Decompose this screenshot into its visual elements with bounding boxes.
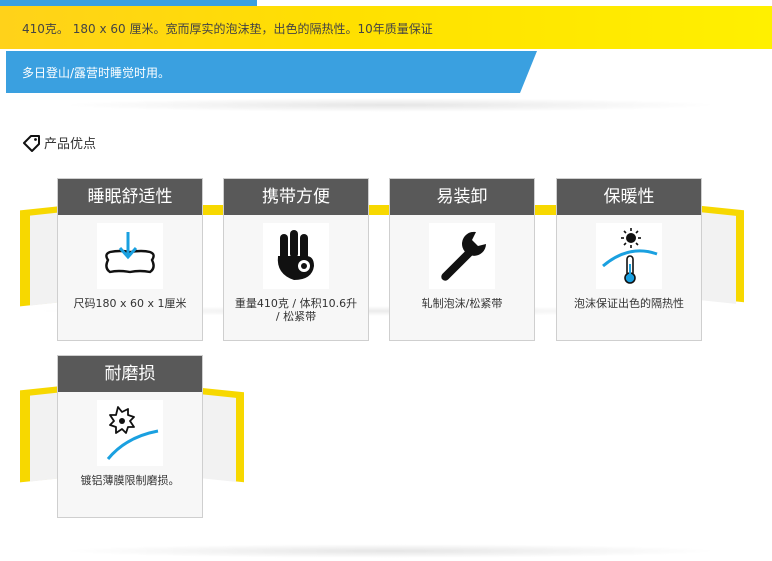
spec-banner: 410克。 180 x 60 厘米。宽而厚实的泡沫垫，出色的隔热性。10年质量保… <box>0 6 772 49</box>
feature-title: 保暖性 <box>557 179 701 215</box>
feature-card-easy-setup: 易装卸 轧制泡沫/松紧带 <box>389 178 535 341</box>
feature-title: 携带方便 <box>224 179 368 215</box>
spec-banner-text: 410克。 180 x 60 厘米。宽而厚实的泡沫垫，出色的隔热性。10年质量保… <box>22 22 433 36</box>
feature-desc: 轧制泡沫/松紧带 <box>421 297 503 310</box>
saw-blade-icon <box>106 406 159 460</box>
feature-desc: 泡沫保证出色的隔热性 <box>574 297 684 310</box>
bottom-shadow <box>60 544 720 558</box>
ribbon-right-row1-inner <box>700 212 736 304</box>
feature-desc: 尺码180 x 60 x 1厘米 <box>73 297 187 310</box>
section-title: 产品优点 <box>44 137 97 152</box>
price-tag-icon <box>23 134 40 152</box>
feature-desc: 重量410克 / 体积10.6升 / 松紧带 <box>234 297 358 323</box>
ribbon-left-row2-inner <box>30 392 60 482</box>
section-header: 产品优点 <box>22 133 96 152</box>
pillow-arrow-icon <box>105 232 155 274</box>
usage-banner-text: 多日登山/露营时睡觉时用。 <box>22 66 171 80</box>
feature-card-warmth: 保暖性 泡沫保证出色的隔热性 <box>556 178 702 341</box>
usage-banner: 多日登山/露营时睡觉时用。 <box>6 51 537 93</box>
wrench-icon <box>441 231 486 281</box>
banner-shadow <box>60 98 720 112</box>
ribbon-left-row1-inner <box>30 212 60 306</box>
feature-title: 耐磨损 <box>58 356 202 392</box>
feature-desc: 镀铝薄膜限制磨损。 <box>80 474 180 487</box>
feature-card-comfort: 睡眠舒适性 尺码180 x 60 x 1厘米 <box>57 178 203 341</box>
feature-card-durability: 耐磨损 镀铝薄膜限制磨损。 <box>57 355 203 518</box>
ok-hand-icon <box>277 230 314 280</box>
feature-title: 易装卸 <box>390 179 534 215</box>
feature-card-portability: 携带方便 重量410克 / 体积10.6升 / 松紧带 <box>223 178 369 341</box>
feature-title: 睡眠舒适性 <box>58 179 202 215</box>
thermometer-sun-icon <box>602 228 658 284</box>
ribbon-right-row2-inner <box>200 394 236 482</box>
